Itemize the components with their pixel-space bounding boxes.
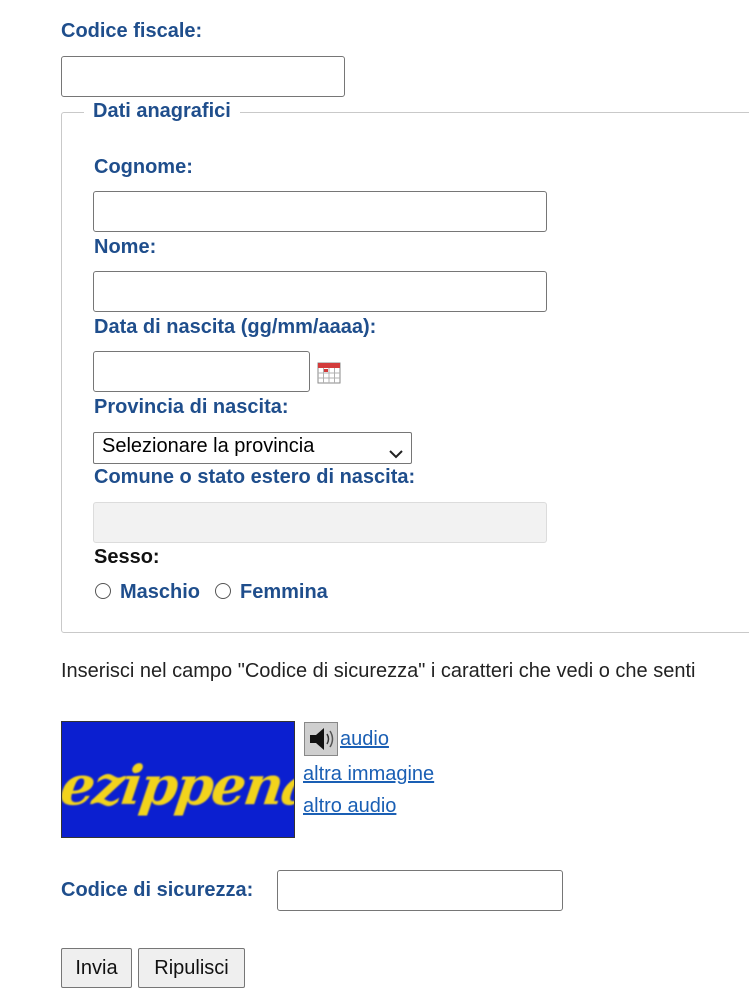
instructions-wrap: Inserisci nel campo "Codice di sicurezza… xyxy=(61,660,749,683)
provincia-selected-value: Selezionare la provincia xyxy=(102,435,315,457)
captcha-image: ezippena xyxy=(61,721,295,838)
audio-link[interactable]: audio xyxy=(340,728,389,751)
reset-button[interactable]: Ripulisci xyxy=(138,948,245,988)
nome-label: Nome: xyxy=(94,236,157,258)
security-code-label: Codice di sicurezza: xyxy=(61,879,254,901)
submit-button[interactable]: Invia xyxy=(61,948,132,988)
codice-fiscale-input[interactable] xyxy=(61,56,345,97)
cognome-label: Cognome: xyxy=(94,156,193,178)
femmina-label[interactable]: Femmina xyxy=(240,581,328,604)
new-audio-link[interactable]: altro audio xyxy=(303,795,396,818)
calendar-icon[interactable] xyxy=(317,361,341,385)
dati-anagrafici-legend: Dati anagrafici xyxy=(84,100,240,123)
instructions-text: Inserisci nel campo "Codice di sicurezza… xyxy=(61,660,696,682)
maschio-radio[interactable] xyxy=(95,583,111,599)
speaker-icon[interactable] xyxy=(304,722,338,756)
security-code-input[interactable] xyxy=(277,870,563,911)
data-nascita-input[interactable] xyxy=(93,351,310,392)
cognome-input[interactable] xyxy=(93,191,547,232)
provincia-label: Provincia di nascita: xyxy=(94,396,289,418)
comune-input[interactable] xyxy=(93,502,547,543)
femmina-radio[interactable] xyxy=(215,583,231,599)
codice-fiscale-label: Codice fiscale: xyxy=(61,20,203,42)
captcha-text: ezippena xyxy=(62,753,295,817)
nome-input[interactable] xyxy=(93,271,547,312)
provincia-select[interactable]: Selezionare la provincia xyxy=(93,432,412,464)
sesso-label: Sesso: xyxy=(94,546,160,568)
new-image-link[interactable]: altra immagine xyxy=(303,763,434,786)
maschio-label[interactable]: Maschio xyxy=(120,581,200,604)
comune-label: Comune o stato estero di nascita: xyxy=(94,466,416,488)
data-nascita-label: Data di nascita (gg/mm/aaaa): xyxy=(94,316,377,338)
chevron-down-icon xyxy=(389,442,403,463)
